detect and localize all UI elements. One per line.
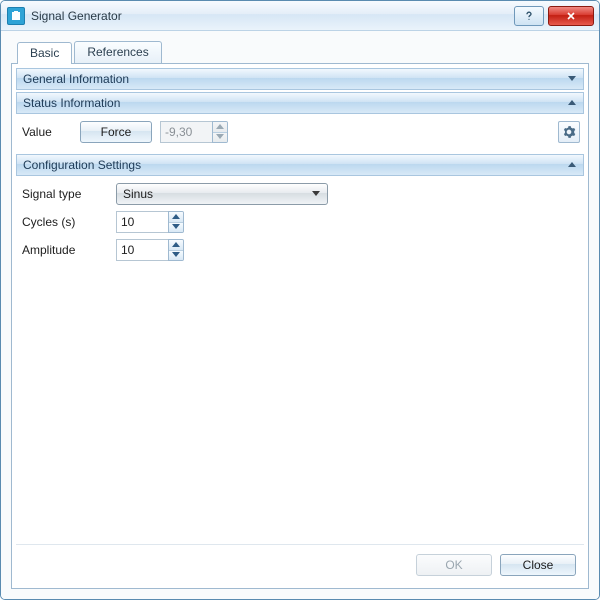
row-amplitude: Amplitude: [20, 236, 580, 264]
signal-type-value: Sinus: [123, 187, 153, 201]
label-signal-type: Signal type: [20, 187, 116, 201]
section-body-status: Value Force: [16, 114, 584, 152]
close-dialog-button[interactable]: Close: [500, 554, 576, 576]
spin-down-icon[interactable]: [169, 222, 183, 233]
value-field: [160, 121, 228, 143]
row-signal-type: Signal type Sinus: [20, 180, 580, 208]
spin-up-icon[interactable]: [169, 212, 183, 222]
spin-up-icon[interactable]: [169, 240, 183, 250]
tab-bar: Basic References: [11, 39, 589, 63]
section-title-status: Status Information: [23, 96, 120, 110]
spin-up-icon: [213, 122, 227, 132]
settings-button[interactable]: [558, 121, 580, 143]
dialog-footer: OK Close: [16, 544, 584, 584]
spin-down-icon: [213, 132, 227, 143]
chevron-up-icon: [567, 160, 577, 170]
dropdown-arrow-icon: [309, 191, 323, 197]
row-cycles: Cycles (s): [20, 208, 580, 236]
help-button[interactable]: [514, 6, 544, 26]
value-spinner: [212, 121, 228, 143]
label-amplitude: Amplitude: [20, 243, 116, 257]
chevron-up-icon: [567, 98, 577, 108]
app-icon: [7, 7, 25, 25]
amplitude-input[interactable]: [116, 239, 168, 261]
tab-panel-basic: General Information Status Information V…: [11, 63, 589, 589]
section-header-status[interactable]: Status Information: [16, 92, 584, 114]
label-value: Value: [20, 125, 80, 139]
label-cycles: Cycles (s): [20, 215, 116, 229]
signal-type-select[interactable]: Sinus: [116, 183, 328, 205]
amplitude-field: [116, 239, 184, 261]
dialog-window: Signal Generator Basic References Genera…: [0, 0, 600, 600]
section-title-config: Configuration Settings: [23, 158, 141, 172]
window-title: Signal Generator: [31, 9, 122, 23]
tab-references[interactable]: References: [74, 41, 161, 63]
titlebar[interactable]: Signal Generator: [1, 1, 599, 31]
gear-icon: [562, 125, 576, 139]
spin-down-icon[interactable]: [169, 250, 183, 261]
ok-button: OK: [416, 554, 492, 576]
row-value: Value Force: [20, 118, 580, 146]
section-title-general: General Information: [23, 72, 129, 86]
cycles-input[interactable]: [116, 211, 168, 233]
section-body-config: Signal type Sinus Cycles (s): [16, 176, 584, 270]
cycles-spinner[interactable]: [168, 211, 184, 233]
tab-basic[interactable]: Basic: [17, 42, 72, 64]
chevron-down-icon: [567, 74, 577, 84]
section-header-config[interactable]: Configuration Settings: [16, 154, 584, 176]
client-area: Basic References General Information Sta…: [1, 31, 599, 599]
amplitude-spinner[interactable]: [168, 239, 184, 261]
section-header-general[interactable]: General Information: [16, 68, 584, 90]
close-button[interactable]: [548, 6, 594, 26]
value-input: [160, 121, 212, 143]
cycles-field: [116, 211, 184, 233]
force-button[interactable]: Force: [80, 121, 152, 143]
